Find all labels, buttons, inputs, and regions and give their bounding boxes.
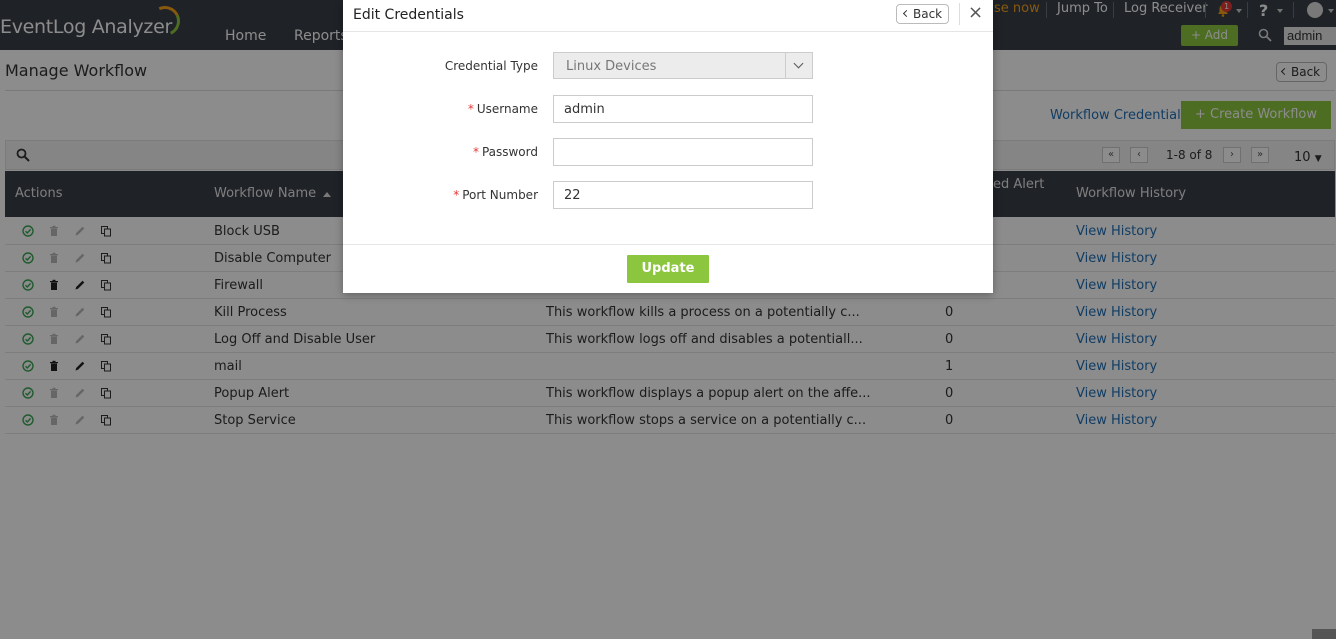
password-label-text: Password [481,145,538,159]
corner-tab[interactable] [1312,629,1336,639]
required-mark: * [467,102,474,116]
modal-footer-divider [343,244,993,245]
chevron-down-icon [793,58,804,69]
modal-back-button[interactable]: Back [896,4,950,24]
username-label: * Username [468,102,538,116]
port-number-label: * Port Number [453,188,538,202]
username-label-text: Username [476,102,538,116]
update-button[interactable]: Update [627,255,709,283]
credential-type-label: Credential Type [444,59,538,73]
required-mark: * [472,145,479,159]
modal-title: Edit Credentials [353,7,464,23]
select-divider [785,53,786,78]
chevron-left-icon [902,9,911,18]
modal-back-label: Back [913,7,943,21]
port-number-label-text: Port Number [462,188,538,202]
username-input[interactable] [553,95,813,123]
credential-type-value: Linux Devices [566,59,657,74]
password-input[interactable] [553,138,813,166]
password-label: * Password [473,145,538,159]
edit-credentials-dialog: Edit Credentials Back × Credential Type … [343,0,993,293]
credential-type-select[interactable]: Linux Devices [553,52,813,79]
port-number-input[interactable] [553,181,813,209]
required-mark: * [453,188,460,202]
close-icon[interactable]: × [968,4,983,22]
modal-divider [959,3,960,25]
modal-header-divider [343,31,993,32]
